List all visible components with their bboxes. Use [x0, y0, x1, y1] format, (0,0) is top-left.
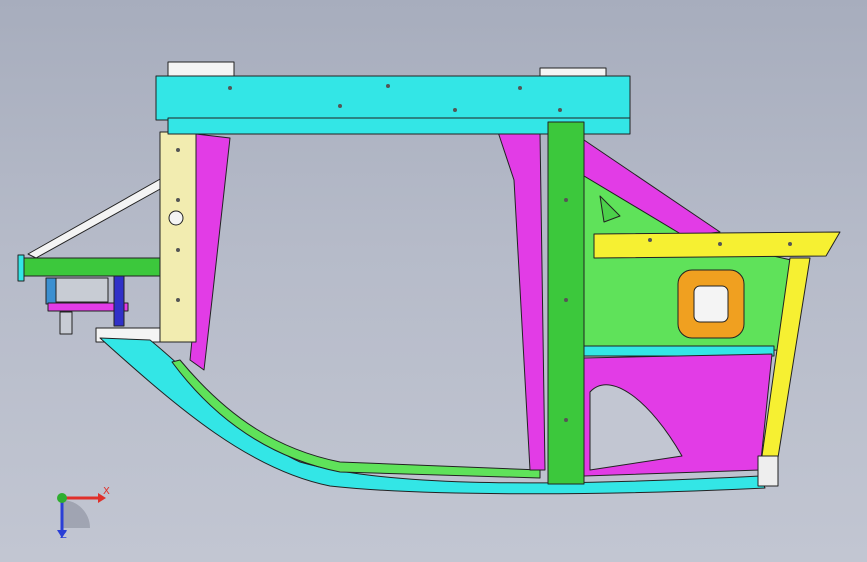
cad-viewport[interactable]: X Z: [0, 0, 867, 562]
yellow-crossbeam: [593, 231, 841, 259]
triad-y-axis: [57, 493, 67, 503]
top-frame: [155, 75, 631, 121]
orange-boss-inner: [693, 285, 729, 323]
diagonal-strut-left: [27, 177, 163, 259]
left-blue-post: [113, 275, 125, 327]
door-fixture-model[interactable]: [0, 0, 867, 562]
triad-x-label: X: [103, 486, 110, 497]
center-post: [547, 121, 585, 485]
left-arm: [21, 257, 163, 277]
pillar-hole: [168, 210, 184, 226]
window-trim-right: [497, 131, 546, 471]
left-pin: [59, 311, 73, 335]
sill-inner-green: [171, 359, 541, 479]
right-clamp: [757, 455, 779, 487]
left-clamp-blue: [45, 277, 57, 305]
triad-z-label: Z: [60, 530, 67, 541]
left-arm-cap: [17, 254, 25, 282]
left-clamp-block: [47, 277, 109, 303]
pillar-cream: [159, 131, 197, 343]
axis-triad: X Z: [40, 478, 120, 558]
triad-shadow: [62, 500, 90, 528]
